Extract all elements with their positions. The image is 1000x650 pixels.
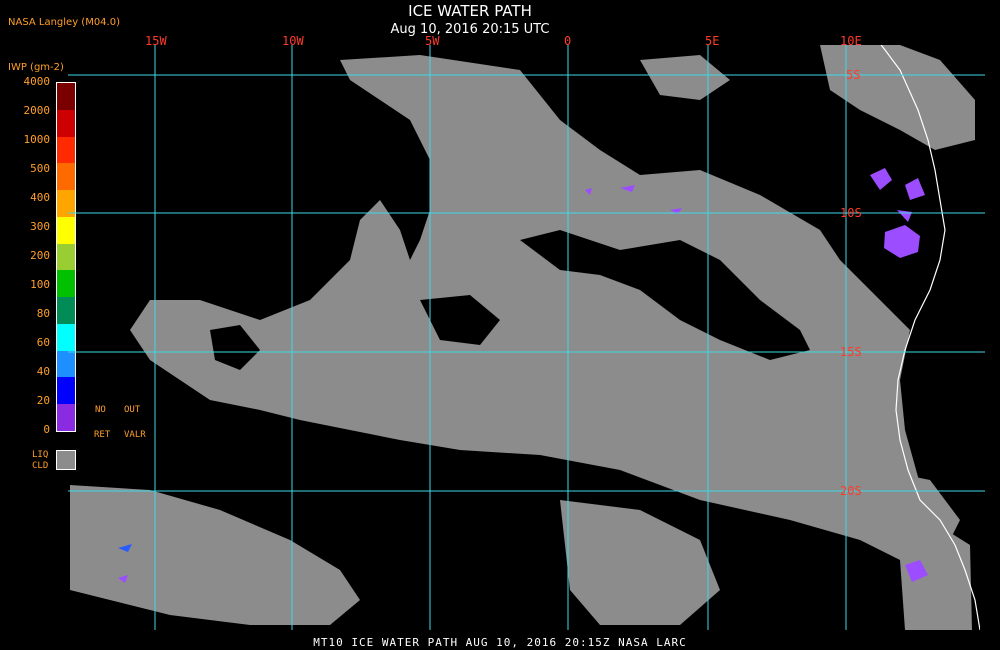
map-canvas xyxy=(68,45,985,630)
lat-label-5s: 5S xyxy=(846,68,861,82)
lon-label-5e: 5E xyxy=(705,34,720,48)
lon-label-5w: 5W xyxy=(425,34,440,48)
lat-label-15s: 15S xyxy=(840,345,862,359)
lon-label-15w: 15W xyxy=(145,34,167,48)
lon-label-10w: 10W xyxy=(282,34,304,48)
lon-label-10e: 10E xyxy=(840,34,862,48)
footer-caption: MT10 ICE WATER PATH AUG 10, 2016 20:15Z … xyxy=(313,636,687,649)
liquid-cloud-layer xyxy=(70,45,975,630)
lat-label-10s: 10S xyxy=(840,206,862,220)
lat-label-20s: 20S xyxy=(840,484,862,498)
lon-label-0: 0 xyxy=(564,34,572,48)
